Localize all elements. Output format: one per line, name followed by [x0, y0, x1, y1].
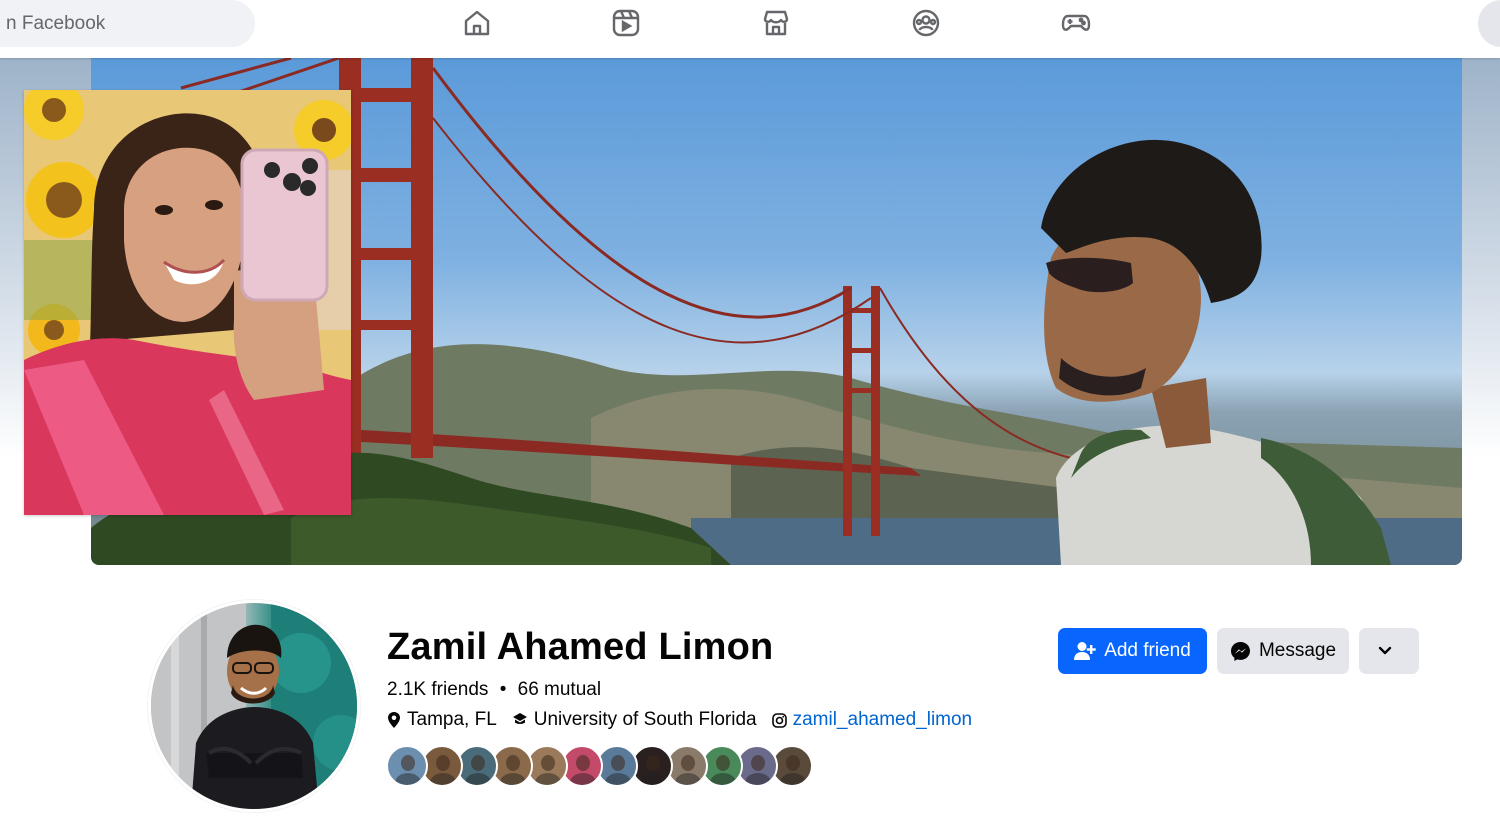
instagram-link[interactable]: zamil_ahamed_limon: [793, 709, 973, 731]
search-input[interactable]: n Facebook: [0, 0, 255, 47]
mutual-friends-avatars: [386, 745, 813, 787]
add-friend-icon: [1074, 642, 1096, 660]
gaming-icon[interactable]: [1059, 6, 1093, 40]
featured-photo[interactable]: [24, 90, 351, 515]
separator-dot: •: [499, 679, 507, 700]
mutual-friends-link[interactable]: 66 mutual: [518, 679, 601, 700]
location-text: Tampa, FL: [407, 709, 497, 730]
location-detail: Tampa, FL: [387, 709, 497, 731]
location-pin-icon: [388, 712, 400, 728]
profile-avatar[interactable]: [148, 600, 360, 812]
friends-summary: 2.1K friends • 66 mutual: [387, 679, 601, 701]
groups-icon[interactable]: [909, 6, 943, 40]
avatar-portrait: [151, 603, 357, 809]
profile-details: Tampa, FL University of South Florida za…: [387, 708, 987, 732]
education-detail: University of South Florida: [512, 709, 757, 731]
marketplace-icon[interactable]: [759, 6, 793, 40]
add-friend-label: Add friend: [1104, 640, 1191, 661]
instagram-icon: [771, 712, 787, 728]
friends-count-link[interactable]: 2.1K friends: [387, 679, 488, 700]
add-friend-button[interactable]: Add friend: [1058, 628, 1207, 674]
home-icon[interactable]: [460, 6, 494, 40]
more-options-button[interactable]: [1359, 628, 1419, 674]
chevron-down-icon: [1378, 646, 1392, 655]
education-icon: [512, 713, 527, 724]
search-placeholder: n Facebook: [6, 12, 106, 34]
messenger-icon: [1230, 641, 1250, 661]
reels-icon[interactable]: [609, 6, 643, 40]
profile-name: Zamil Ahamed Limon: [387, 626, 774, 668]
instagram-detail: zamil_ahamed_limon: [771, 709, 973, 731]
school-text: University of South Florida: [533, 709, 757, 730]
top-navigation-bar: n Facebook: [0, 0, 1500, 58]
mutual-friend-avatar[interactable]: [386, 745, 428, 787]
message-label: Message: [1258, 640, 1337, 661]
selfie-with-phone: [24, 90, 351, 515]
menu-button[interactable]: [1478, 0, 1500, 47]
message-button[interactable]: Message: [1217, 628, 1349, 674]
